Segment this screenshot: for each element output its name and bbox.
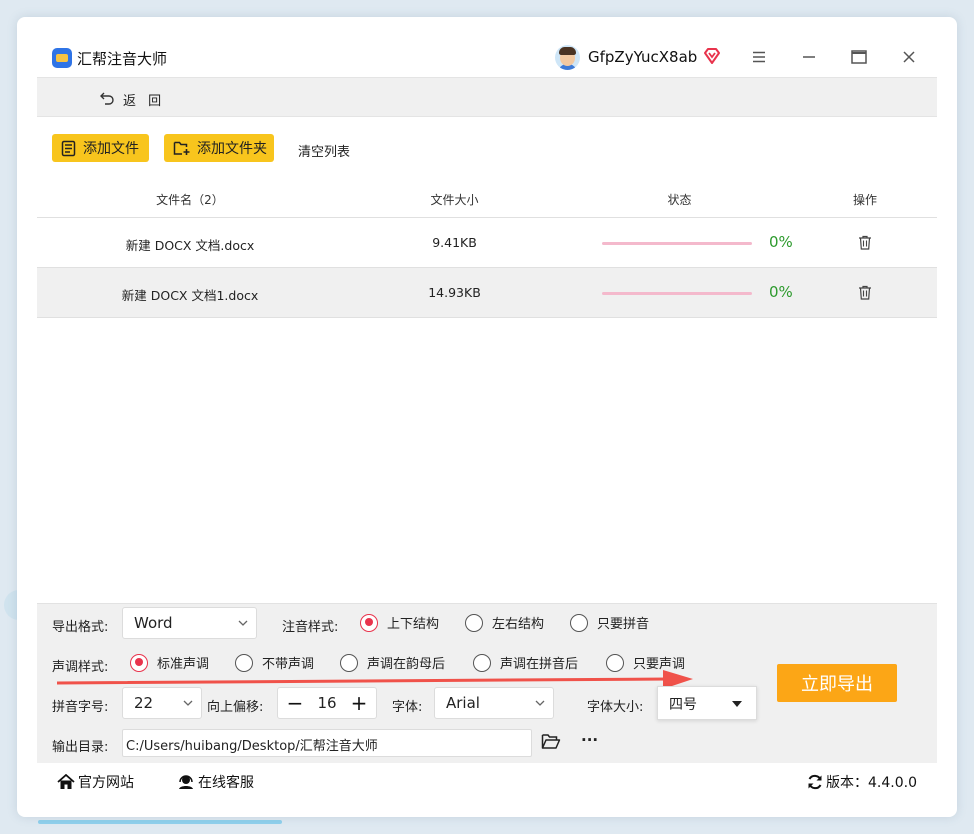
official-website-label: 官方网站 xyxy=(78,775,134,791)
footer: 官方网站 在线客服 版本：4.4.0.0 xyxy=(37,763,937,799)
clear-list-button[interactable]: 清空列表 xyxy=(298,141,350,160)
close-button[interactable] xyxy=(897,45,921,69)
offset-increment-button[interactable]: + xyxy=(344,688,374,718)
version-label: 版本：4.4.0.0 xyxy=(826,775,917,791)
column-header-name: 文件名（2） xyxy=(156,193,224,207)
export-now-button[interactable]: 立即导出 xyxy=(777,664,897,702)
offset-stepper[interactable]: − 16 + xyxy=(277,687,377,719)
close-icon xyxy=(903,51,915,63)
minimize-button[interactable] xyxy=(797,45,821,69)
export-format-value: Word xyxy=(134,614,173,632)
back-bar: 返 回 xyxy=(37,77,937,117)
folder-open-icon[interactable] xyxy=(541,733,561,750)
user-avatar[interactable] xyxy=(555,45,580,70)
app-logo-icon xyxy=(52,48,72,68)
add-folder-label: 添加文件夹 xyxy=(197,141,267,157)
file-size: 9.41KB xyxy=(432,235,477,250)
hamburger-icon xyxy=(753,51,765,63)
pinyin-size-select[interactable]: 22 xyxy=(122,687,202,719)
export-format-select[interactable]: Word xyxy=(122,607,257,639)
output-dir-label: 输出目录: xyxy=(52,740,109,755)
radio-label: 左右结构 xyxy=(492,617,545,632)
menu-button[interactable] xyxy=(747,45,771,69)
file-table-header: 文件名（2） 文件大小 状态 操作 xyxy=(37,185,937,218)
export-format-label: 导出格式: xyxy=(52,620,109,635)
font-value: Arial xyxy=(446,694,480,712)
minimize-icon xyxy=(803,56,815,58)
output-dir-input[interactable]: C:/Users/huibang/Desktop/汇帮注音大师 xyxy=(122,729,532,757)
file-name: 新建 DOCX 文档1.docx xyxy=(121,288,259,303)
maximize-icon xyxy=(851,50,867,64)
file-list-icon xyxy=(61,140,76,156)
title-bar: 汇帮注音大师 GfpZyYucX8ab xyxy=(17,17,957,77)
customer-service-icon xyxy=(179,775,193,789)
file-name: 新建 DOCX 文档.docx xyxy=(125,238,255,253)
radio-label: 只要拼音 xyxy=(597,617,650,632)
add-file-label: 添加文件 xyxy=(83,141,139,157)
radio-annotation-vertical[interactable]: 上下结构 xyxy=(360,613,439,632)
offset-label: 向上偏移: xyxy=(207,700,264,715)
progress-bar xyxy=(602,242,752,245)
add-file-button[interactable]: 添加文件 xyxy=(52,134,149,162)
font-size-select[interactable]: 四号 xyxy=(657,686,757,720)
column-header-action: 操作 xyxy=(852,193,877,207)
caret-down-icon xyxy=(732,701,742,707)
table-row[interactable]: 新建 DOCX 文档1.docx 14.93KB 0% xyxy=(37,268,937,318)
add-folder-button[interactable]: 添加文件夹 xyxy=(164,134,274,162)
radio-label: 上下结构 xyxy=(387,617,440,632)
column-header-status: 状态 xyxy=(667,193,692,207)
official-website-link[interactable]: 官方网站 xyxy=(57,772,134,792)
file-size: 14.93KB xyxy=(428,285,481,300)
online-support-link[interactable]: 在线客服 xyxy=(177,772,254,792)
radio-annotation-horizontal[interactable]: 左右结构 xyxy=(465,613,544,632)
progress-percent: 0% xyxy=(769,283,793,301)
app-title: 汇帮注音大师 xyxy=(77,50,168,68)
maximize-button[interactable] xyxy=(847,45,871,69)
chevron-down-icon xyxy=(183,700,193,706)
back-button[interactable]: 返 回 xyxy=(123,90,165,109)
vip-diamond-icon[interactable] xyxy=(703,47,721,65)
app-window: 汇帮注音大师 GfpZyYucX8ab 返 回 添加文件 添加文件夹 清空列表 … xyxy=(17,17,957,817)
pinyin-size-value: 22 xyxy=(134,694,154,712)
more-options-button[interactable]: ··· xyxy=(581,731,598,749)
background-bar xyxy=(38,820,282,824)
delete-icon[interactable] xyxy=(858,235,872,250)
chevron-down-icon xyxy=(238,620,248,626)
font-size-label: 字体大小: xyxy=(587,700,644,715)
folder-plus-icon xyxy=(173,141,190,155)
progress-percent: 0% xyxy=(769,233,793,251)
font-select[interactable]: Arial xyxy=(434,687,554,719)
chevron-down-icon xyxy=(535,700,545,706)
font-label: 字体: xyxy=(392,700,423,715)
version-info[interactable]: 版本：4.4.0.0 xyxy=(807,772,917,792)
refresh-icon xyxy=(808,774,822,790)
progress-bar xyxy=(602,292,752,295)
table-row[interactable]: 新建 DOCX 文档.docx 9.41KB 0% xyxy=(37,218,937,268)
back-arrow-icon[interactable] xyxy=(99,90,115,106)
home-icon xyxy=(57,774,75,789)
font-size-value: 四号 xyxy=(669,697,697,713)
username[interactable]: GfpZyYucX8ab xyxy=(588,48,697,66)
column-header-size: 文件大小 xyxy=(430,193,479,207)
pinyin-size-label: 拼音字号: xyxy=(52,700,109,715)
radio-annotation-pinyin-only[interactable]: 只要拼音 xyxy=(570,613,649,632)
delete-icon[interactable] xyxy=(858,285,872,300)
online-support-label: 在线客服 xyxy=(198,775,254,791)
annotation-style-label: 注音样式: xyxy=(282,620,339,635)
